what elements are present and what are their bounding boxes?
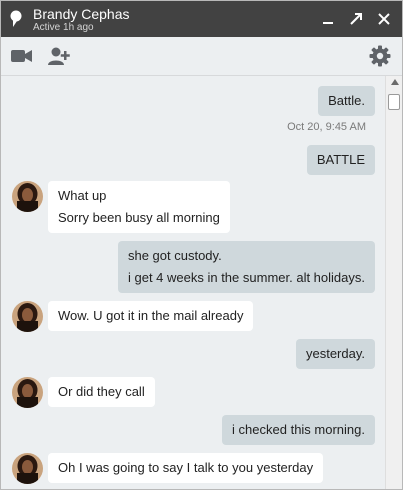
contact-status: Active 1h ago: [33, 22, 94, 33]
outgoing-message: she got custody. i get 4 weeks in the su…: [117, 241, 375, 293]
message-text: Oh I was going to say I talk to you yest…: [58, 460, 314, 475]
message-timestamp: Oct 20, 9:45 AM: [287, 121, 366, 133]
chat-toolbar: [1, 37, 402, 76]
contact-avatar-image: [12, 377, 43, 408]
outgoing-message: BATTLE: [306, 145, 375, 175]
avatar[interactable]: [12, 301, 43, 332]
avatar[interactable]: [12, 181, 43, 212]
contact-avatar-image: [12, 301, 43, 332]
chat-title-bar[interactable]: Brandy Cephas Active 1h ago: [1, 1, 402, 37]
message-scrollbar[interactable]: [385, 76, 402, 489]
message-text: she got custody.: [127, 248, 222, 263]
incoming-message: Oh I was going to say I talk to you yest…: [48, 453, 324, 483]
contact-avatar-image: [12, 453, 43, 484]
incoming-message: Or did they call: [48, 377, 155, 407]
close-icon[interactable]: [377, 12, 391, 26]
message-text: BATTLE: [316, 152, 365, 167]
outgoing-message: Battle.: [318, 86, 375, 116]
video-call-icon[interactable]: [11, 49, 33, 63]
contact-avatar-image: [12, 181, 43, 212]
scrollbar-thumb[interactable]: [388, 94, 400, 110]
add-person-icon[interactable]: [47, 46, 71, 66]
message-list[interactable]: Battle. Oct 20, 9:45 AM BATTLE What up S…: [1, 76, 385, 489]
popout-icon[interactable]: [349, 12, 363, 26]
incoming-message: What up Sorry been busy all morning: [48, 181, 230, 233]
incoming-message: Wow. U got it in the mail already: [48, 301, 254, 331]
avatar[interactable]: [12, 377, 43, 408]
message-text: What up: [58, 188, 107, 203]
scroll-up-arrow-icon[interactable]: [391, 79, 399, 85]
outgoing-message: yesterday.: [295, 339, 375, 369]
chat-window: Brandy Cephas Active 1h ago Battle. Oct …: [0, 0, 403, 490]
message-text: Or did they call: [58, 384, 145, 399]
contact-name[interactable]: Brandy Cephas: [33, 6, 130, 22]
message-text: Sorry been busy all morning: [58, 210, 220, 225]
message-text: i checked this morning.: [232, 422, 365, 437]
gear-icon[interactable]: [369, 45, 391, 67]
avatar[interactable]: [12, 453, 43, 484]
outgoing-message: i checked this morning.: [222, 415, 375, 445]
message-text: Battle.: [328, 93, 365, 108]
message-text: i get 4 weeks in the summer. alt holiday…: [127, 270, 365, 285]
message-text: yesterday.: [305, 346, 365, 361]
chat-bubble-icon: [10, 10, 22, 27]
message-text: Wow. U got it in the mail already: [58, 308, 244, 323]
minimize-icon[interactable]: [321, 12, 335, 26]
